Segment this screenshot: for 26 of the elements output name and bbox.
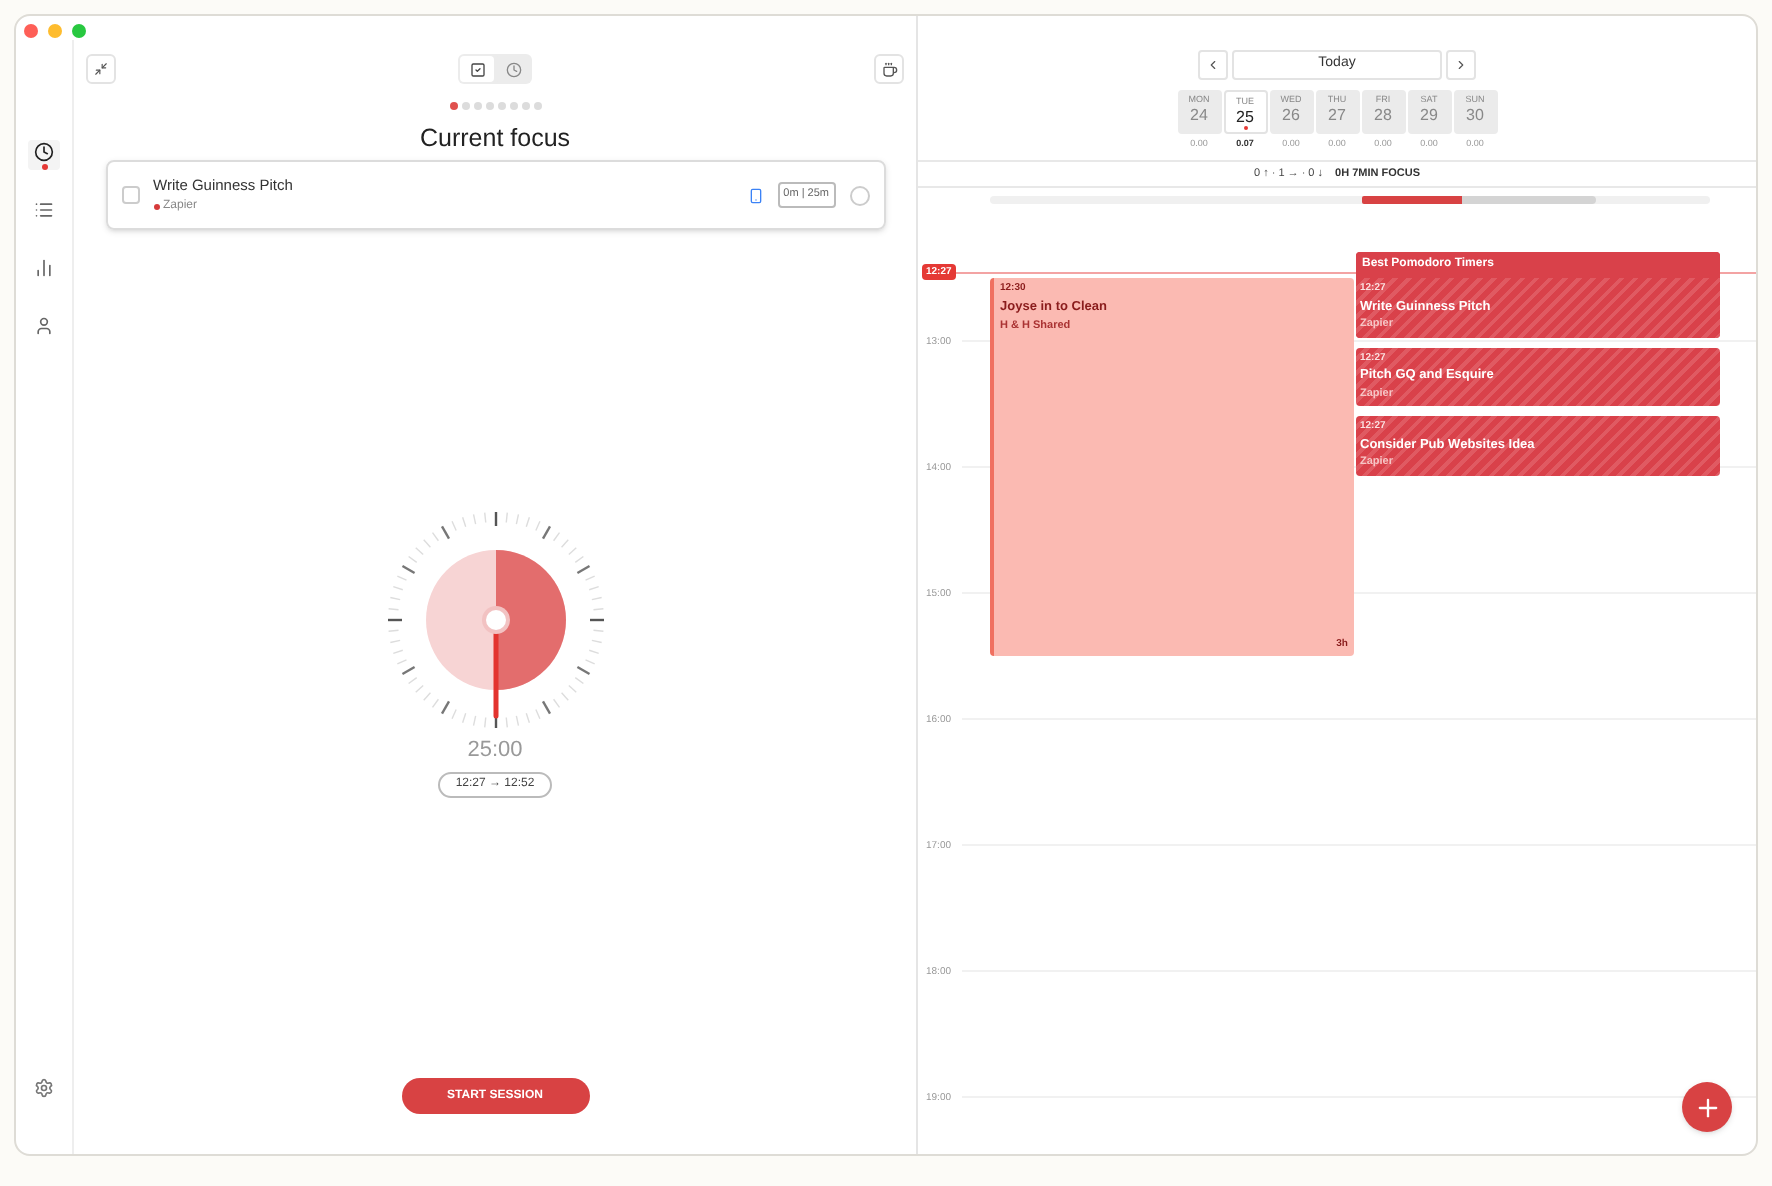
collapse-icon: [94, 62, 108, 76]
minimize-window-button[interactable]: [48, 24, 62, 38]
stats-icon: [34, 258, 54, 278]
chevron-left-icon: [1206, 58, 1220, 72]
settings-icon[interactable]: [34, 1078, 54, 1098]
profile-icon: [34, 316, 54, 336]
clock-icon: [505, 61, 521, 77]
add-button[interactable]: [1682, 1082, 1732, 1132]
timer-readout: 25:00: [467, 736, 523, 766]
close-window-button[interactable]: [24, 24, 38, 38]
task-checkbox[interactable]: [121, 186, 139, 204]
cup-icon: [881, 61, 897, 77]
sidebar-tab[interactable]: [28, 140, 60, 170]
timer-dial[interactable]: [385, 510, 605, 730]
timer-icon: [34, 142, 54, 162]
break-button[interactable]: [874, 54, 904, 84]
checkbox-icon: [469, 61, 485, 77]
device-icon: [747, 187, 764, 203]
collapse-button[interactable]: [86, 54, 116, 84]
zoom-window-button[interactable]: [72, 24, 86, 38]
focus-heading: Current focus: [419, 122, 571, 154]
chevron-right-icon: [1454, 58, 1468, 72]
list-icon: [34, 200, 54, 220]
mode-tab[interactable]: [460, 56, 494, 82]
plus-icon: [1693, 1093, 1721, 1121]
complete-toggle[interactable]: [849, 185, 869, 205]
